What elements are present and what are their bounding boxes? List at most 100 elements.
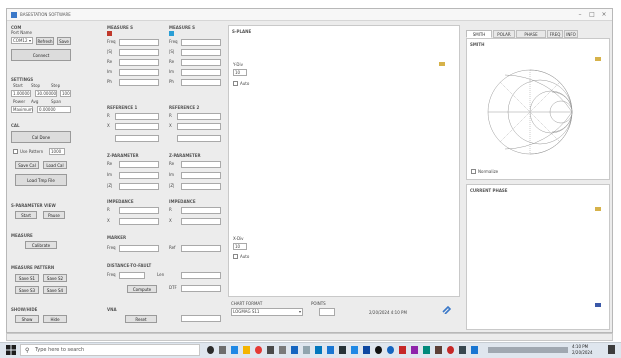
save-s3-button[interactable]: Save S3 (15, 286, 39, 294)
y-div-input[interactable]: 10 (233, 69, 247, 76)
phase-plot-panel[interactable]: CURRENT PHASE (466, 184, 610, 330)
g2-field-0[interactable] (181, 39, 221, 46)
save-button[interactable]: Save (57, 37, 71, 45)
points-input[interactable] (319, 308, 335, 316)
marker-ref-input[interactable] (181, 245, 221, 252)
tab-smith-chart[interactable]: SMITH CHART (466, 30, 492, 45)
g8-field-1[interactable] (181, 218, 221, 225)
g6-field-2[interactable] (181, 183, 221, 190)
clock-date[interactable]: 2/20/2024 (572, 350, 593, 355)
tab-freq[interactable]: FREQ (547, 30, 563, 38)
app-icon-d[interactable] (303, 346, 310, 354)
g1-field-4[interactable] (119, 79, 159, 86)
app-icon-c[interactable] (291, 346, 298, 354)
stop-input[interactable]: 30.00000 (35, 90, 57, 97)
tab-info[interactable]: INFO (564, 30, 578, 38)
system-tray-icons[interactable] (488, 347, 568, 353)
taskbar-search-box[interactable]: ⚲ Type here to search (20, 344, 200, 356)
clock-time[interactable]: 4:10 PM (572, 344, 588, 349)
save-cal-button[interactable]: Save Cal (15, 161, 39, 169)
g3-field-2[interactable] (115, 135, 159, 142)
main-plot-area[interactable]: S-PLANE Y-Div 10 Auto X-Div 10 Auto (228, 25, 460, 297)
g1-field-3[interactable] (119, 69, 159, 76)
app-icon-n[interactable] (423, 346, 430, 354)
use-pattern-checkbox[interactable] (13, 149, 18, 154)
reset-button[interactable]: Reset (125, 315, 157, 323)
tab-polar[interactable]: POLAR (493, 30, 515, 38)
save-s1-button[interactable]: Save S1 (15, 274, 39, 282)
span-input[interactable]: 0.00000 (37, 106, 71, 113)
g5-field-1[interactable] (119, 172, 159, 179)
app-icon-j[interactable] (375, 346, 382, 354)
g6-field-0[interactable] (181, 161, 221, 168)
app-icon-q[interactable] (459, 346, 466, 354)
g3-field-1[interactable] (115, 123, 159, 130)
vna-field[interactable] (181, 315, 221, 322)
app-icon-i[interactable] (363, 346, 370, 354)
compute-button[interactable]: Compute (127, 285, 157, 293)
minimize-button[interactable]: – (575, 11, 585, 19)
start-input[interactable]: 1.00000 (11, 90, 31, 97)
save-s2-button[interactable]: Save S2 (43, 274, 67, 282)
g1-field-2[interactable] (119, 59, 159, 66)
hide-button[interactable]: Hide (43, 315, 67, 323)
chrome-icon[interactable] (255, 346, 262, 354)
app-icon-b[interactable] (279, 346, 286, 354)
edge-icon[interactable] (231, 346, 238, 354)
save-s4-button[interactable]: Save S4 (43, 286, 67, 294)
close-button[interactable]: × (599, 11, 609, 19)
app-icon-m[interactable] (411, 346, 418, 354)
cortana-icon[interactable] (207, 346, 214, 354)
cal-done-button[interactable]: Cal Done (11, 131, 71, 143)
maximize-button[interactable]: □ (587, 11, 597, 19)
step-input[interactable]: 100 (60, 90, 71, 97)
app-icon-o[interactable] (435, 346, 442, 354)
task-view-icon[interactable] (219, 346, 226, 354)
app-icon-h[interactable] (351, 346, 358, 354)
marker-freq-input[interactable] (119, 245, 159, 252)
power-select[interactable]: Maximum (11, 106, 33, 113)
g3-field-0[interactable] (115, 113, 159, 120)
g5-field-0[interactable] (119, 161, 159, 168)
connect-button[interactable]: Connect (11, 49, 71, 61)
file-explorer-icon[interactable] (243, 346, 250, 354)
load-tmp-file-button[interactable]: Load Tmp File (15, 174, 67, 186)
auto-bot-checkbox[interactable] (233, 254, 238, 259)
show-button[interactable]: Show (15, 315, 39, 323)
g1-field-1[interactable] (119, 49, 159, 56)
g7-field-1[interactable] (119, 218, 159, 225)
g8-field-0[interactable] (181, 207, 221, 214)
notifications-icon[interactable] (608, 345, 615, 354)
app-icon-f[interactable] (327, 346, 334, 354)
g4-field-1[interactable] (177, 123, 221, 130)
x-div-input[interactable]: 10 (233, 243, 247, 250)
smith-chart-panel[interactable]: SMITH Normalize (466, 38, 610, 180)
g1-field-0[interactable] (119, 39, 159, 46)
dtf-freq-input[interactable] (119, 272, 145, 279)
paperclip-icon[interactable] (441, 305, 452, 315)
app-icon-g[interactable] (339, 346, 346, 354)
chart-format-select[interactable]: LOGMAG S11 ▾ (231, 308, 303, 316)
pause-button[interactable]: Pause (43, 211, 65, 219)
app-icon-k[interactable] (387, 346, 394, 354)
auto-top-checkbox[interactable] (233, 81, 238, 86)
tab-phase-error[interactable]: PHASE ERROR (516, 30, 546, 45)
app-icon-e[interactable] (315, 346, 322, 354)
calibrate-button[interactable]: Calibrate (25, 241, 57, 249)
app-icon-a[interactable] (267, 346, 274, 354)
pattern-input[interactable]: 1000 (49, 148, 65, 155)
g7-field-0[interactable] (119, 207, 159, 214)
app-icon-p[interactable] (447, 346, 454, 354)
g5-field-2[interactable] (119, 183, 159, 190)
g2-field-2[interactable] (181, 59, 221, 66)
normalize-checkbox[interactable] (471, 169, 476, 174)
g2-field-4[interactable] (181, 79, 221, 86)
g4-field-2[interactable] (177, 135, 221, 142)
windows-start-icon[interactable] (6, 345, 16, 355)
load-cal-button[interactable]: Load Cal (43, 161, 67, 169)
g2-field-1[interactable] (181, 49, 221, 56)
g2-field-3[interactable] (181, 69, 221, 76)
app-icon-r[interactable] (471, 346, 478, 354)
g6-field-1[interactable] (181, 172, 221, 179)
dtf-len-input[interactable] (181, 272, 221, 279)
